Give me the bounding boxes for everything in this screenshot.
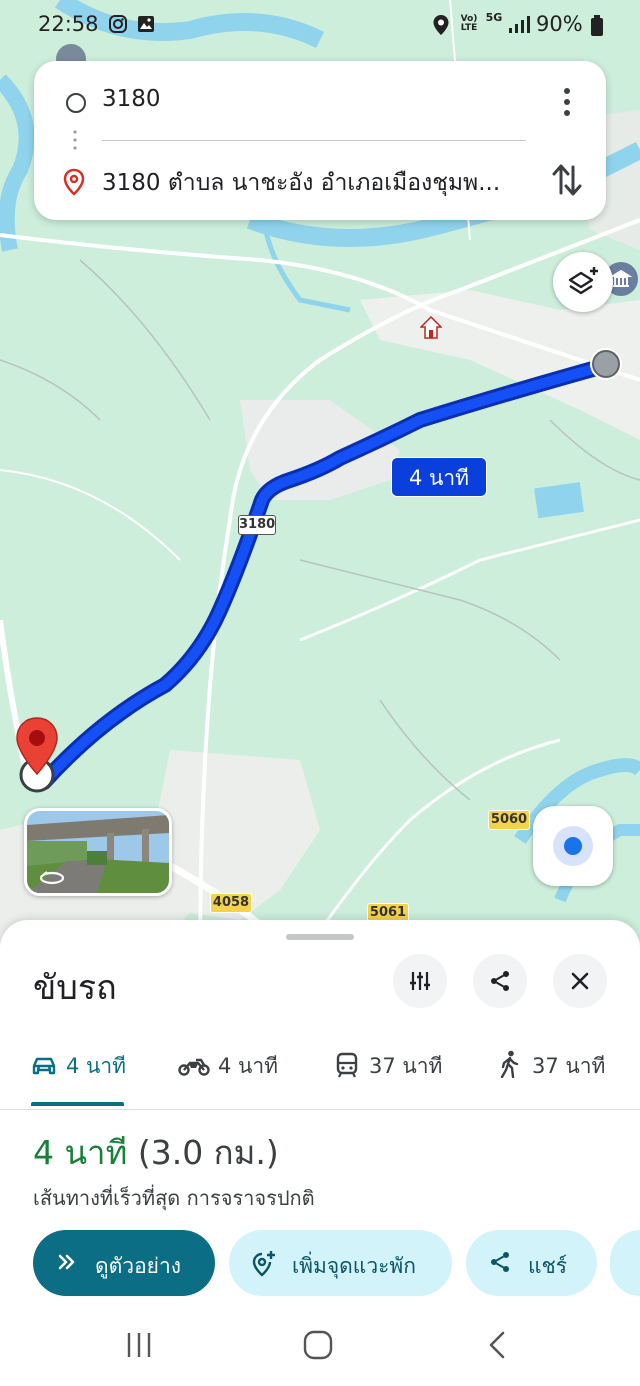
sheet-title: ขับรถ <box>33 968 117 1008</box>
tab-transit[interactable]: 37 นาที <box>335 1040 455 1110</box>
share-label: แชร์ <box>528 1254 568 1278</box>
active-tab-indicator <box>31 1102 124 1106</box>
share-icon <box>491 971 509 991</box>
transit-icon <box>336 1052 358 1078</box>
volte-indicator: Vo) LTE <box>460 14 478 33</box>
temple-icon[interactable] <box>420 316 442 340</box>
tab-motorcycle[interactable]: 4 นาที <box>178 1040 288 1110</box>
layers-icon <box>568 267 598 295</box>
street-view-360-icon <box>39 871 65 885</box>
location-icon <box>433 15 449 35</box>
back-icon[interactable] <box>486 1330 508 1360</box>
close-icon <box>571 972 589 990</box>
signal-icon <box>509 16 530 33</box>
map-layers-button[interactable] <box>553 252 613 312</box>
destination-pin-outline-icon <box>63 168 85 196</box>
directions-search-card: 3180 3180 ตำบล นาชะอัง อำเภอเมืองชุมพ... <box>34 61 606 220</box>
status-bar: 22:58 Vo) LTE 5G 90% <box>0 0 640 52</box>
destination-pin-icon[interactable] <box>14 716 60 778</box>
share-icon <box>491 1252 509 1272</box>
double-chevron-icon <box>58 1254 75 1270</box>
route-connector-dots <box>73 130 77 150</box>
route-summary: 4 นาที (3.0 กม.) <box>33 1126 279 1179</box>
tab-transit-label: 37 นาที <box>369 1054 443 1078</box>
tab-drive-label: 4 นาที <box>66 1054 127 1078</box>
route-description: เส้นทางที่เร็วที่สุด การจราจรปกติ <box>33 1186 315 1210</box>
home-icon[interactable] <box>303 1330 333 1360</box>
route-distance: (3.0 กม.) <box>137 1133 279 1172</box>
walk-icon <box>500 1050 519 1078</box>
recent-apps-icon[interactable] <box>125 1330 153 1360</box>
status-time: 22:58 <box>38 12 99 36</box>
system-nav-bar <box>0 1310 640 1386</box>
network-indicator: 5G <box>485 11 503 24</box>
destination-field[interactable]: 3180 ตำบล นาชะอัง อำเภอเมืองชุมพ... <box>102 165 538 201</box>
search-divider <box>102 140 526 141</box>
sliders-icon <box>410 972 430 990</box>
route-options-button[interactable] <box>393 954 447 1008</box>
share-button[interactable]: แชร์ <box>466 1230 597 1296</box>
tab-walk[interactable]: 37 นาที <box>498 1040 618 1110</box>
tab-motorcycle-label: 4 นาที <box>218 1054 279 1078</box>
battery-percent: 90% <box>536 12 583 36</box>
add-stop-label: เพิ่มจุดแวะพัก <box>292 1254 416 1278</box>
road-badge: 3180 <box>238 515 276 535</box>
tab-walk-label: 37 นาที <box>532 1054 606 1078</box>
route-duration-label[interactable]: 4 นาที <box>391 457 487 497</box>
add-stop-icon <box>252 1251 275 1277</box>
swap-directions-icon[interactable] <box>550 161 584 199</box>
travel-mode-tabs: 4 นาที 4 นาที 37 นาที 37 นาที <box>0 1040 640 1110</box>
gallery-icon <box>138 16 154 32</box>
close-button[interactable] <box>553 954 607 1008</box>
instagram-icon <box>109 15 127 33</box>
road-badge: 5060 <box>488 810 530 830</box>
motorcycle-icon <box>178 1058 210 1076</box>
battery-icon <box>591 15 603 36</box>
road-badge: 4058 <box>210 893 252 913</box>
street-view-thumbnail[interactable] <box>24 808 172 896</box>
share-route-button[interactable] <box>473 954 527 1008</box>
route-time: 4 นาที <box>33 1133 128 1172</box>
origin-field[interactable]: 3180 <box>102 86 161 112</box>
preview-label: ดูตัวอย่าง <box>95 1254 182 1278</box>
my-location-button[interactable] <box>533 806 613 886</box>
preview-button[interactable]: ดูตัวอย่าง <box>33 1230 215 1296</box>
more-actions-chip[interactable] <box>610 1230 640 1296</box>
tab-drive[interactable]: 4 นาที <box>31 1040 141 1110</box>
add-stop-button[interactable]: เพิ่มจุดแวะพัก <box>229 1230 452 1296</box>
sheet-drag-handle[interactable] <box>286 934 354 940</box>
car-icon <box>32 1057 56 1075</box>
more-options-icon[interactable] <box>552 85 582 119</box>
my-location-icon <box>564 837 582 855</box>
origin-circle-icon <box>66 93 86 113</box>
